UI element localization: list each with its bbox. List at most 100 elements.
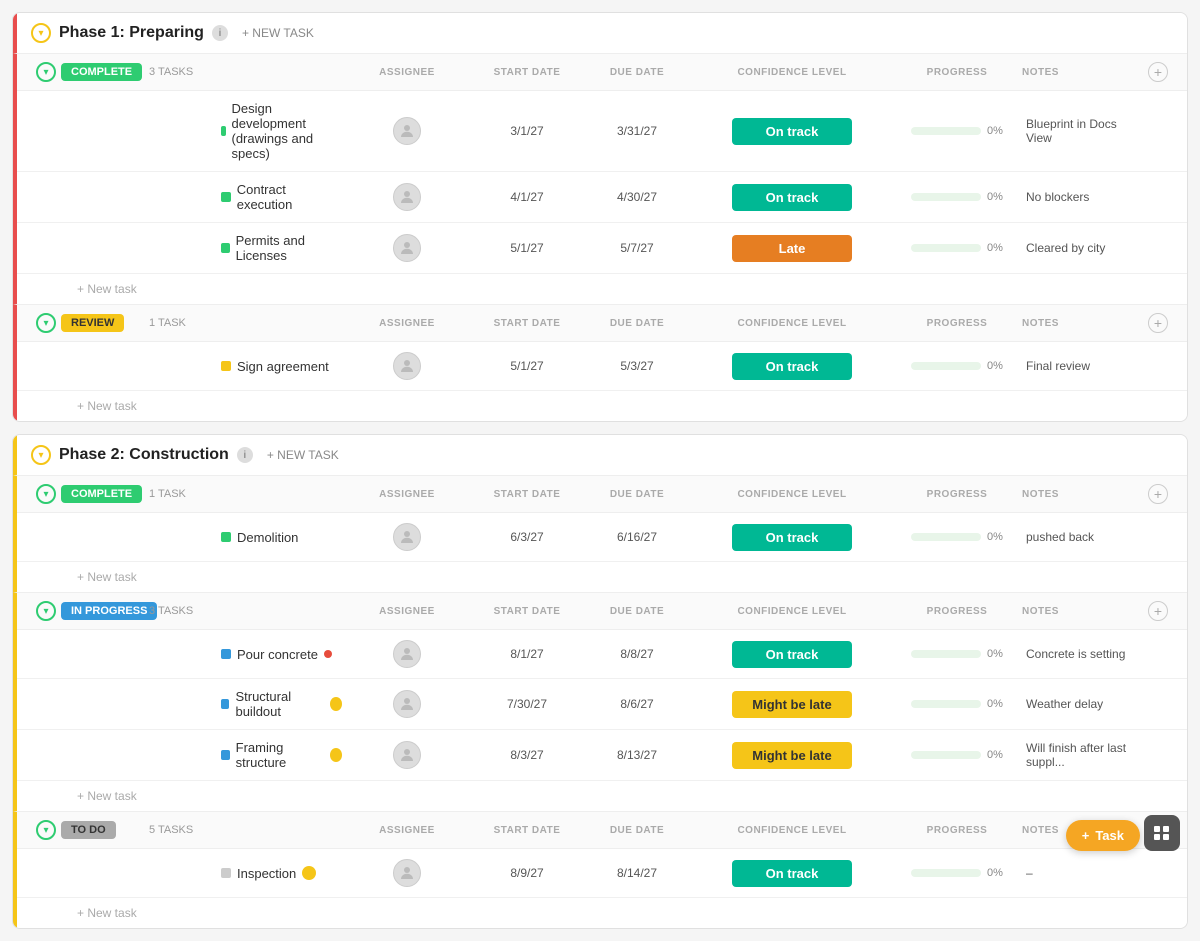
section-toggle[interactable]: ▾	[31, 820, 61, 840]
confidence-col-label: CONFIDENCE LEVEL	[692, 489, 892, 500]
due-date: 8/6/27	[582, 697, 692, 711]
task-name: Design development (drawings and specs)	[221, 101, 342, 161]
start-date: 3/1/27	[472, 124, 582, 138]
confidence-badge: On track	[732, 184, 852, 211]
start-date: 5/1/27	[472, 359, 582, 373]
due-date: 4/30/27	[582, 190, 692, 204]
notes-col-label: NOTES	[1022, 67, 1143, 78]
info-icon[interactable]: i	[237, 447, 253, 463]
due-date: 6/16/27	[582, 530, 692, 544]
due-date: 5/3/27	[582, 359, 692, 373]
notes-cell: Will finish after last suppl...	[1022, 741, 1143, 769]
new-task-row[interactable]: + New task	[17, 898, 1187, 928]
notes-col-label: NOTES	[1022, 489, 1143, 500]
startdate-col-label: START DATE	[472, 67, 582, 78]
progress-cell: 0%	[892, 749, 1022, 761]
new-task-row[interactable]: + New task	[17, 391, 1187, 421]
assignee-cell[interactable]	[342, 741, 472, 769]
assignee-cell[interactable]	[342, 352, 472, 380]
assignee-cell[interactable]	[342, 234, 472, 262]
progress-cell: 0%	[892, 531, 1022, 543]
assignee-cell[interactable]	[342, 523, 472, 551]
assignee-cell[interactable]	[342, 640, 472, 668]
table-row: Structural buildout 7/30/27 8/6/27 Might…	[17, 679, 1187, 730]
section-p2-todo: ▾ TO DO 5 TASKS ASSIGNEE START DATE DUE …	[13, 811, 1187, 928]
status-badge: REVIEW	[61, 314, 124, 332]
table-row: Framing structure 8/3/27 8/13/27 Might b…	[17, 730, 1187, 781]
confidence-cell: On track	[692, 524, 892, 551]
confidence-cell: Might be late	[692, 691, 892, 718]
confidence-cell: On track	[692, 353, 892, 380]
section-toggle[interactable]: ▾	[31, 62, 61, 82]
section-toggle[interactable]: ▾	[31, 313, 61, 333]
notes-cell: pushed back	[1022, 530, 1143, 544]
confidence-cell: On track	[692, 184, 892, 211]
status-badge: COMPLETE	[61, 485, 142, 503]
task-indicator	[221, 126, 226, 136]
notes-cell: Concrete is setting	[1022, 647, 1143, 661]
task-indicator	[221, 192, 231, 202]
new-task-button[interactable]: + NEW TASK	[261, 446, 345, 464]
section-header: ▾ TO DO 5 TASKS ASSIGNEE START DATE DUE …	[17, 812, 1187, 849]
assignee-avatar	[393, 523, 421, 551]
progress-cell: 0%	[892, 191, 1022, 203]
assignee-avatar	[393, 690, 421, 718]
assignee-cell[interactable]	[342, 183, 472, 211]
new-task-row[interactable]: + New task	[17, 781, 1187, 811]
section-p2-inprogress: ▾ IN PROGRESS 3 TASKS ASSIGNEE START DAT…	[13, 592, 1187, 811]
add-column-btn[interactable]: +	[1148, 62, 1168, 82]
task-name: Framing structure	[221, 740, 342, 770]
new-task-button[interactable]: + NEW TASK	[236, 24, 320, 42]
assignee-avatar	[393, 352, 421, 380]
fab-task-label: Task	[1095, 828, 1124, 843]
progress-cell: 0%	[892, 242, 1022, 254]
start-date: 8/3/27	[472, 748, 582, 762]
status-badge: TO DO	[61, 821, 116, 839]
start-date: 8/9/27	[472, 866, 582, 880]
confidence-badge: On track	[732, 118, 852, 145]
startdate-col-label: START DATE	[472, 318, 582, 329]
task-indicator	[221, 649, 231, 659]
fab-grid-button[interactable]	[1144, 815, 1180, 851]
phase-toggle[interactable]: ▾	[31, 23, 51, 43]
status-yellow-dot	[330, 697, 342, 711]
confidence-badge: On track	[732, 524, 852, 551]
assignee-cell[interactable]	[342, 690, 472, 718]
assignee-col-label: ASSIGNEE	[342, 606, 472, 617]
task-name: Structural buildout	[221, 689, 342, 719]
section-toggle[interactable]: ▾	[31, 484, 61, 504]
assignee-col-label: ASSIGNEE	[342, 318, 472, 329]
assignee-avatar	[393, 183, 421, 211]
section-header: ▾ COMPLETE 1 TASK ASSIGNEE START DATE DU…	[17, 476, 1187, 513]
section-p1-complete: ▾ COMPLETE 3 TASKS ASSIGNEE START DATE D…	[13, 53, 1187, 304]
confidence-cell: On track	[692, 118, 892, 145]
duedate-col-label: DUE DATE	[582, 67, 692, 78]
progress-cell: 0%	[892, 698, 1022, 710]
assignee-avatar	[393, 741, 421, 769]
task-name: Sign agreement	[221, 359, 342, 374]
new-task-row[interactable]: + New task	[17, 274, 1187, 304]
section-toggle[interactable]: ▾	[31, 601, 61, 621]
add-column-btn[interactable]: +	[1148, 484, 1168, 504]
section-count: 3 TASKS	[141, 605, 221, 617]
notes-cell: Blueprint in Docs View	[1022, 117, 1143, 145]
assignee-avatar	[393, 859, 421, 887]
confidence-cell: On track	[692, 641, 892, 668]
info-icon[interactable]: i	[212, 25, 228, 41]
progress-col-label: PROGRESS	[892, 825, 1022, 836]
fab-task-button[interactable]: + Task	[1066, 820, 1140, 851]
phase-toggle[interactable]: ▾	[31, 445, 51, 465]
duedate-col-label: DUE DATE	[582, 489, 692, 500]
assignee-cell[interactable]	[342, 117, 472, 145]
table-row: Demolition 6/3/27 6/16/27 On track 0% pu…	[17, 513, 1187, 562]
new-task-row[interactable]: + New task	[17, 562, 1187, 592]
confidence-col-label: CONFIDENCE LEVEL	[692, 318, 892, 329]
assignee-cell[interactable]	[342, 859, 472, 887]
add-column-btn[interactable]: +	[1148, 313, 1168, 333]
add-column-btn[interactable]: +	[1148, 601, 1168, 621]
task-name: Demolition	[221, 530, 342, 545]
confidence-badge: On track	[732, 353, 852, 380]
section-count: 3 TASKS	[141, 66, 221, 78]
task-indicator	[221, 750, 230, 760]
notes-cell: –	[1022, 866, 1143, 880]
